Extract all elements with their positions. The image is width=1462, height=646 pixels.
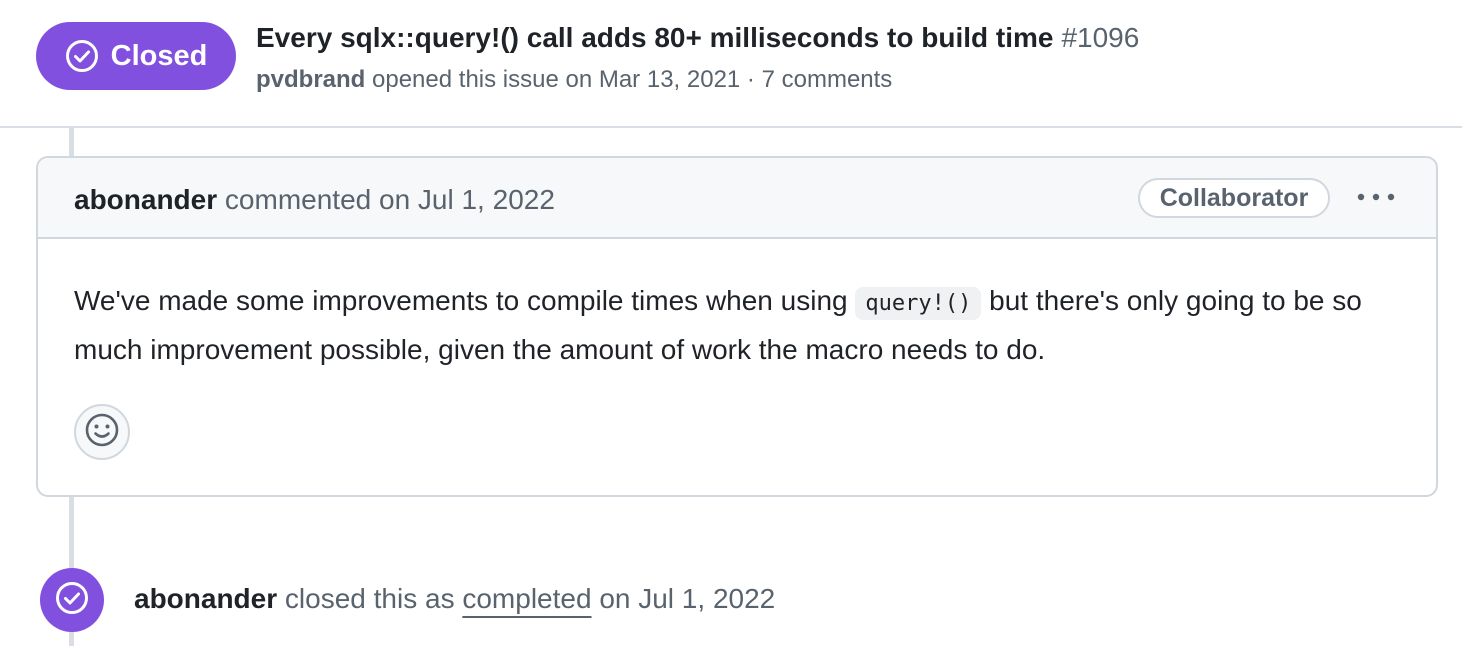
event-action-text: closed this as — [284, 583, 455, 614]
timeline-comment: abonander commented on Jul 1, 2022 Colla… — [36, 156, 1438, 497]
issue-number: #1096 — [1061, 22, 1140, 53]
issue-header: Closed Every sqlx::query!() call adds 80… — [0, 0, 1462, 128]
kebab-horizontal-icon — [1356, 189, 1396, 207]
event-reason-link[interactable]: completed — [462, 583, 591, 614]
check-circle-icon — [65, 39, 99, 73]
issue-title: Every sqlx::query!() call adds 80+ milli… — [256, 20, 1139, 56]
comment-header-text: abonander commented on Jul 1, 2022 — [74, 182, 555, 218]
issue-state-badge: Closed — [36, 22, 236, 90]
issue-meta: pvdbrand opened this issue on Mar 13, 20… — [256, 64, 892, 96]
issue-state-label: Closed — [110, 39, 208, 72]
author-role-badge: Collaborator — [1138, 178, 1330, 218]
comment-body-text: We've made some improvements to compile … — [74, 285, 848, 316]
comment-author-link[interactable]: abonander — [74, 184, 217, 215]
timeline-line — [69, 494, 74, 574]
closed-event-text: abonander closed this as completed on Ju… — [134, 580, 775, 618]
issue-opened-text: opened this issue on Mar 13, 2021 · 7 co… — [372, 66, 893, 93]
event-author-link[interactable]: abonander — [134, 583, 277, 614]
closed-event-badge — [40, 568, 104, 632]
smiley-icon — [84, 412, 120, 453]
comment-header: abonander commented on Jul 1, 2022 Colla… — [38, 158, 1436, 239]
event-timestamp-link[interactable]: on Jul 1, 2022 — [599, 583, 775, 614]
comment-timestamp-link[interactable]: commented on Jul 1, 2022 — [225, 184, 555, 215]
timeline-line — [69, 127, 74, 157]
comment-inline-code: query!() — [855, 287, 982, 320]
comment-options-button[interactable] — [1348, 178, 1404, 218]
issue-title-text: Every sqlx::query!() call adds 80+ milli… — [256, 22, 1054, 53]
check-circle-icon — [55, 581, 89, 620]
add-reaction-button[interactable] — [74, 404, 130, 460]
comment-body: We've made some improvements to compile … — [74, 278, 1414, 373]
issue-author-link[interactable]: pvdbrand — [256, 66, 365, 93]
